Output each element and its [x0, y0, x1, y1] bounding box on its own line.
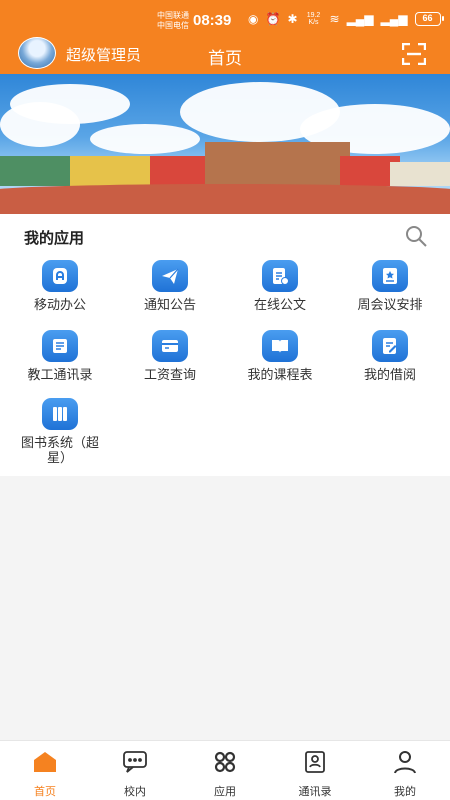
open-book-icon — [262, 330, 298, 362]
card-icon — [152, 330, 188, 362]
nav-home[interactable]: 首页 — [0, 741, 90, 800]
notebook-edit-icon — [372, 330, 408, 362]
nav-label: 校内 — [124, 786, 146, 798]
app-label: 通知公告 — [143, 297, 196, 312]
address-book-icon — [305, 751, 325, 773]
net-speed: 19.2 K/s — [306, 12, 321, 26]
app-label: 我的借阅 — [363, 367, 416, 382]
home-icon — [34, 752, 56, 772]
apps-title: 我的应用 — [24, 230, 85, 247]
nav-label: 首页 — [34, 786, 56, 798]
status-time: 08:39 — [193, 12, 232, 29]
page-title: 首页 — [208, 49, 242, 68]
paper-plane-icon — [152, 260, 188, 292]
apps-grid-icon — [214, 751, 236, 773]
app-weekly-meeting[interactable]: 周会议安排 — [334, 260, 446, 312]
stand-green — [0, 156, 80, 186]
nav-apps[interactable]: 应用 — [180, 741, 270, 800]
library-books-icon — [42, 398, 78, 430]
app-label: 教工通讯录 — [27, 367, 93, 382]
bottom-nav: 首页 校内 应用 通讯录 我的 — [0, 740, 450, 800]
nav-label: 我的 — [394, 786, 416, 798]
running-track — [0, 184, 450, 214]
mobile-office-icon — [42, 260, 78, 292]
stand-red — [150, 156, 210, 186]
person-icon — [394, 751, 416, 774]
contact-list-icon — [42, 330, 78, 362]
app-staff-directory[interactable]: 教工通讯录 — [4, 330, 116, 382]
app-salary-query[interactable]: 工资查询 — [114, 330, 226, 382]
grandstand-building — [205, 142, 350, 186]
app-label: 移动办公 — [33, 297, 86, 312]
app-header: 中国联通 中国电信 08:39 ◉ ⏰ ✱ 19.2 K/s ≋ ▂▄▆ ▂▄▆… — [0, 0, 450, 74]
building — [390, 162, 450, 186]
app-label: 图书系统（超星） — [20, 435, 99, 465]
alarm-icon: ⏰ — [265, 12, 281, 26]
app-label: 工资查询 — [143, 367, 196, 382]
scan-icon[interactable] — [402, 43, 426, 65]
status-carriers: 中国联通 中国电信 — [157, 11, 189, 31]
nav-label: 应用 — [214, 786, 236, 798]
app-label: 在线公文 — [253, 297, 306, 312]
status-icons: ◉ ⏰ ✱ 19.2 K/s ≋ ▂▄▆ ▂▄▆ 66 — [248, 12, 444, 26]
app-notice[interactable]: 通知公告 — [114, 260, 226, 312]
cloud — [0, 102, 80, 147]
app-mobile-office[interactable]: 移动办公 — [4, 260, 116, 312]
banner-carousel[interactable] — [0, 74, 450, 214]
signal-4g-icon: ▂▄▆ — [346, 12, 374, 26]
eye-icon: ◉ — [248, 12, 259, 26]
my-apps-panel: 我的应用 移动办公 通知公告 在线公文 周会议安排 教工通讯录 工资查询 我的课… — [0, 214, 450, 476]
nav-contacts[interactable]: 通讯录 — [270, 741, 360, 800]
signal-5g-icon: ▂▄▆ — [380, 12, 408, 26]
document-icon — [262, 260, 298, 292]
nav-mine[interactable]: 我的 — [360, 741, 450, 800]
carrier-2: 中国电信 — [157, 21, 189, 30]
app-label: 周会议安排 — [357, 297, 423, 312]
app-online-document[interactable]: 在线公文 — [224, 260, 336, 312]
meeting-board-icon — [372, 260, 408, 292]
wifi-icon: ≋ — [329, 12, 340, 26]
bluetooth-icon: ✱ — [287, 12, 298, 26]
cloud — [90, 124, 200, 154]
nav-campus[interactable]: 校内 — [90, 741, 180, 800]
carrier-1: 中国联通 — [157, 11, 189, 20]
battery-icon: 66 — [414, 12, 444, 26]
app-label: 我的课程表 — [247, 367, 313, 382]
app-my-borrowing[interactable]: 我的借阅 — [334, 330, 446, 382]
app-library-system[interactable]: 图书系统（超星） — [4, 398, 116, 465]
chat-icon — [123, 751, 147, 773]
nav-label: 通讯录 — [298, 786, 332, 798]
app-my-timetable[interactable]: 我的课程表 — [224, 330, 336, 382]
search-icon[interactable] — [404, 224, 428, 248]
